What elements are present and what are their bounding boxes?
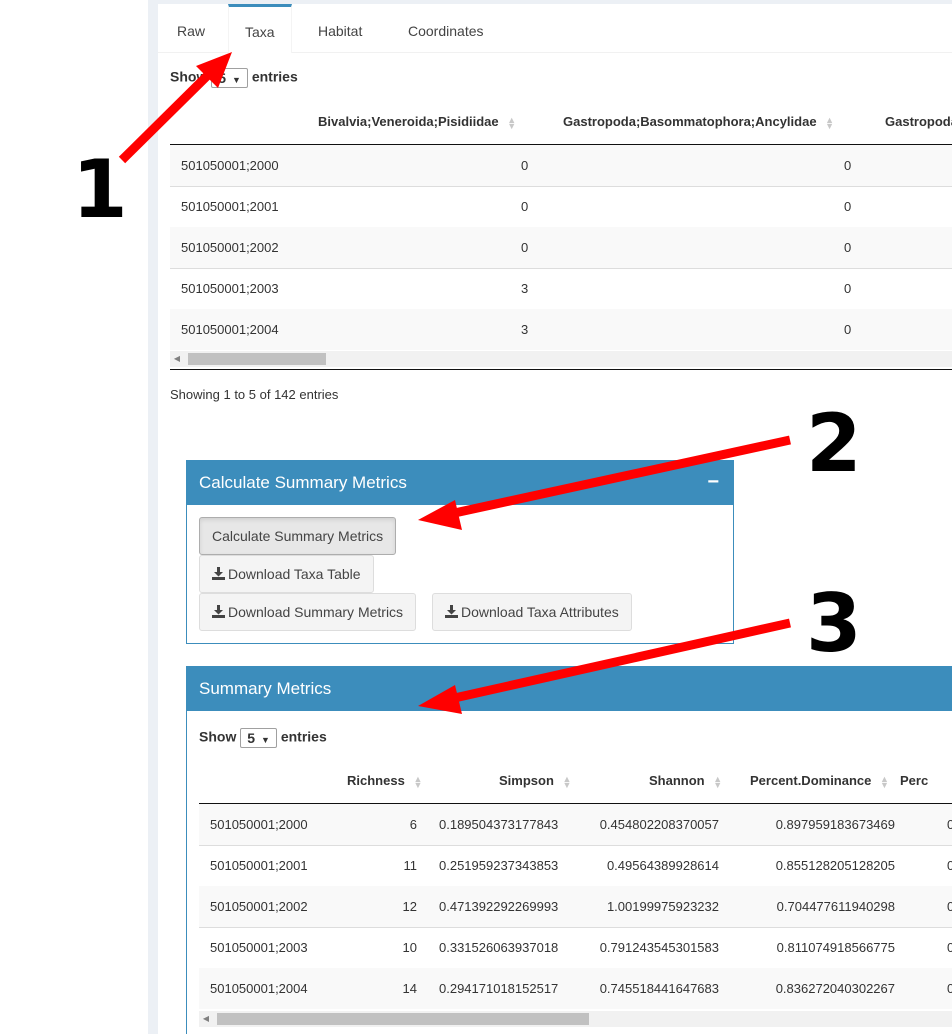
arrow-3: [418, 618, 791, 714]
step-number-1: 1: [72, 143, 128, 236]
arrow-3-shaft: [449, 618, 791, 704]
arrow-1-shaft: [118, 71, 212, 164]
step-number-3: 3: [806, 577, 862, 670]
arrow-2-shaft: [449, 435, 791, 519]
step-number-2: 2: [806, 397, 862, 490]
arrow-2-head: [418, 500, 462, 530]
arrow-3-head: [418, 685, 462, 714]
arrow-1: [118, 52, 232, 164]
annotation-arrows: [118, 52, 791, 714]
arrow-2: [418, 435, 791, 530]
